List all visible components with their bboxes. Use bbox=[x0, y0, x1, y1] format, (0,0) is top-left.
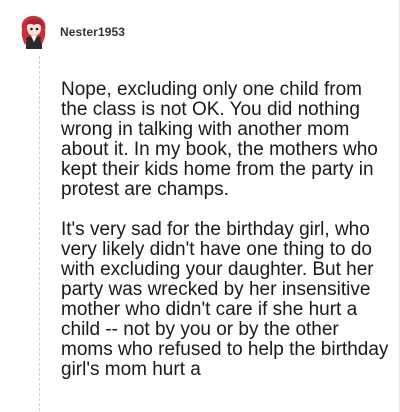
anime-girl-avatar-icon[interactable] bbox=[18, 15, 48, 49]
comment-header: Nester1953 bbox=[18, 14, 125, 50]
thread-line bbox=[39, 56, 40, 412]
comment-paragraph: Nope, excluding only one child from the … bbox=[61, 79, 378, 200]
comment-card: Nester1953 Nope, excluding only one chil… bbox=[0, 0, 400, 412]
comment-body: Nope, excluding only one child from the … bbox=[61, 80, 393, 400]
username[interactable]: Nester1953 bbox=[60, 25, 125, 39]
comment-paragraph: It's very sad for the birthday girl, who… bbox=[61, 219, 389, 380]
